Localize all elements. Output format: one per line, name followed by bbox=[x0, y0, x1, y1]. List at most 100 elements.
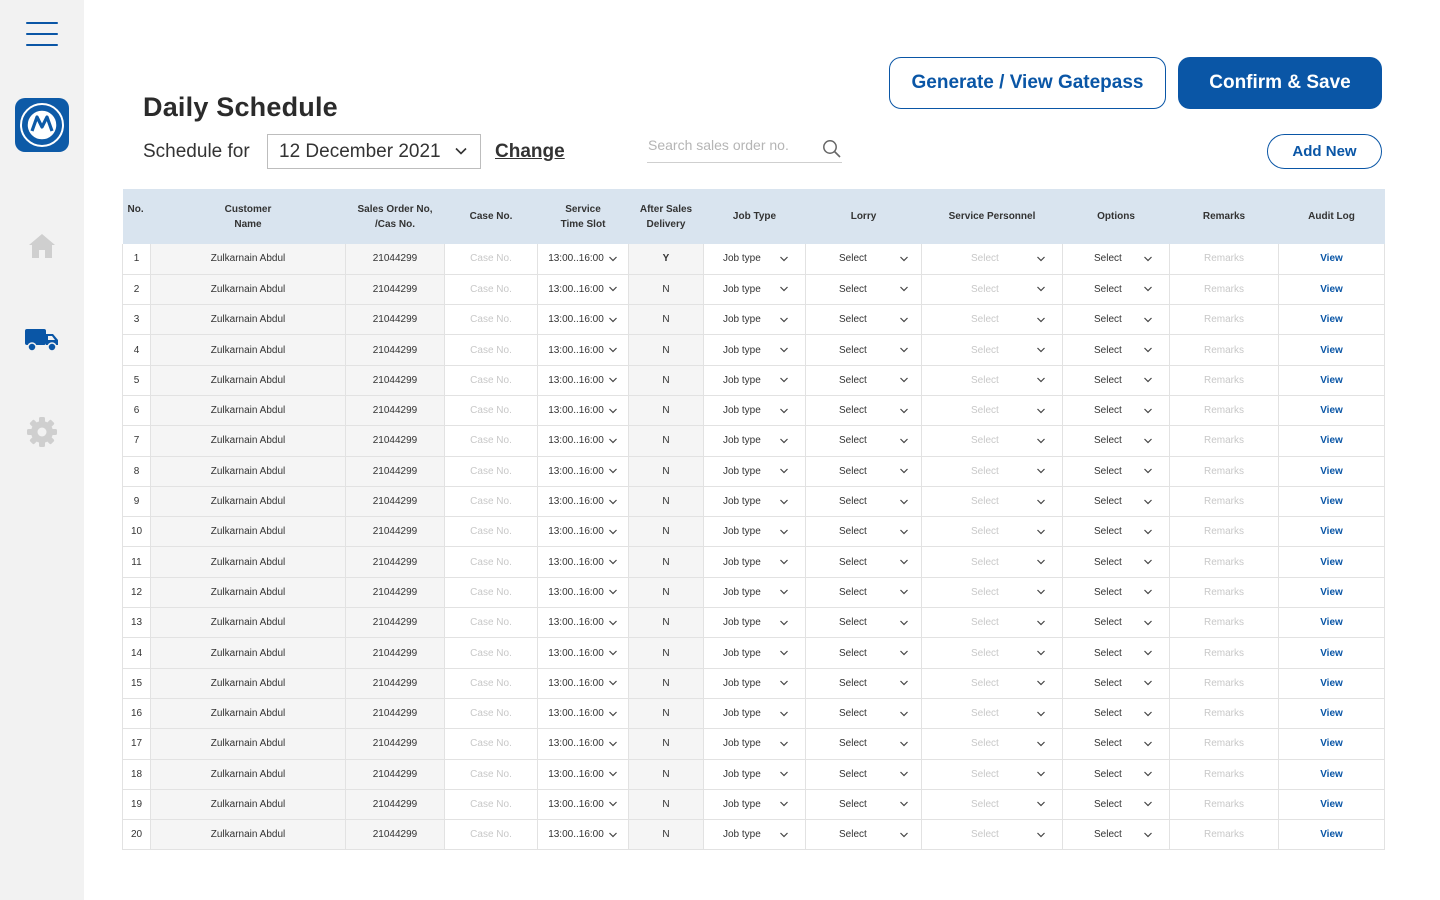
lorry-select[interactable]: Select bbox=[805, 334, 922, 366]
personnel-select[interactable]: Select bbox=[921, 637, 1063, 669]
view-audit-link[interactable]: View bbox=[1320, 617, 1343, 628]
remarks-field[interactable]: Remarks bbox=[1169, 425, 1279, 457]
view-audit-link[interactable]: View bbox=[1320, 405, 1343, 416]
time-slot-select[interactable]: 13:00..16:00 bbox=[537, 516, 629, 548]
remarks-field[interactable]: Remarks bbox=[1169, 607, 1279, 639]
view-audit-link[interactable]: View bbox=[1320, 799, 1343, 810]
case-no-field[interactable]: Case No. bbox=[444, 728, 538, 760]
lorry-select[interactable]: Select bbox=[805, 637, 922, 669]
remarks-field[interactable]: Remarks bbox=[1169, 668, 1279, 699]
remarks-field[interactable]: Remarks bbox=[1169, 789, 1279, 821]
time-slot-select[interactable]: 13:00..16:00 bbox=[537, 425, 629, 457]
time-slot-select[interactable]: 13:00..16:00 bbox=[537, 304, 629, 336]
personnel-select[interactable]: Select bbox=[921, 577, 1063, 609]
personnel-select[interactable]: Select bbox=[921, 395, 1063, 427]
remarks-field[interactable]: Remarks bbox=[1169, 274, 1279, 306]
lorry-select[interactable]: Select bbox=[805, 546, 922, 578]
lorry-select[interactable]: Select bbox=[805, 789, 922, 821]
nav-delivery[interactable] bbox=[24, 322, 60, 356]
view-audit-link[interactable]: View bbox=[1320, 496, 1343, 507]
view-audit-link[interactable]: View bbox=[1320, 435, 1343, 446]
job-type-select[interactable]: Job type bbox=[703, 516, 806, 548]
view-audit-link[interactable]: View bbox=[1320, 557, 1343, 568]
view-audit-link[interactable]: View bbox=[1320, 466, 1343, 477]
time-slot-select[interactable]: 13:00..16:00 bbox=[537, 668, 629, 699]
lorry-select[interactable]: Select bbox=[805, 698, 922, 730]
view-audit-link[interactable]: View bbox=[1320, 345, 1343, 356]
lorry-select[interactable]: Select bbox=[805, 577, 922, 609]
case-no-field[interactable]: Case No. bbox=[444, 759, 538, 790]
options-select[interactable]: Select bbox=[1062, 668, 1170, 699]
case-no-field[interactable]: Case No. bbox=[444, 819, 538, 851]
personnel-select[interactable]: Select bbox=[921, 365, 1063, 396]
case-no-field[interactable]: Case No. bbox=[444, 456, 538, 487]
case-no-field[interactable]: Case No. bbox=[444, 637, 538, 669]
options-select[interactable]: Select bbox=[1062, 607, 1170, 639]
view-audit-link[interactable]: View bbox=[1320, 678, 1343, 689]
change-date-link[interactable]: Change bbox=[495, 141, 565, 163]
job-type-select[interactable]: Job type bbox=[703, 607, 806, 639]
lorry-select[interactable]: Select bbox=[805, 395, 922, 427]
options-select[interactable]: Select bbox=[1062, 759, 1170, 790]
options-select[interactable]: Select bbox=[1062, 637, 1170, 669]
personnel-select[interactable]: Select bbox=[921, 456, 1063, 487]
lorry-select[interactable]: Select bbox=[805, 668, 922, 699]
view-audit-link[interactable]: View bbox=[1320, 375, 1343, 386]
lorry-select[interactable]: Select bbox=[805, 456, 922, 487]
remarks-field[interactable]: Remarks bbox=[1169, 365, 1279, 396]
remarks-field[interactable]: Remarks bbox=[1169, 698, 1279, 730]
job-type-select[interactable]: Job type bbox=[703, 789, 806, 821]
options-select[interactable]: Select bbox=[1062, 516, 1170, 548]
case-no-field[interactable]: Case No. bbox=[444, 577, 538, 609]
time-slot-select[interactable]: 13:00..16:00 bbox=[537, 789, 629, 821]
case-no-field[interactable]: Case No. bbox=[444, 304, 538, 336]
search-input[interactable] bbox=[648, 137, 816, 153]
search-icon[interactable] bbox=[822, 139, 842, 159]
nav-home[interactable] bbox=[24, 229, 60, 263]
job-type-select[interactable]: Job type bbox=[703, 637, 806, 669]
case-no-field[interactable]: Case No. bbox=[444, 668, 538, 699]
personnel-select[interactable]: Select bbox=[921, 516, 1063, 548]
time-slot-select[interactable]: 13:00..16:00 bbox=[537, 334, 629, 366]
time-slot-select[interactable]: 13:00..16:00 bbox=[537, 274, 629, 306]
personnel-select[interactable]: Select bbox=[921, 668, 1063, 699]
personnel-select[interactable]: Select bbox=[921, 759, 1063, 790]
lorry-select[interactable]: Select bbox=[805, 425, 922, 457]
nav-settings[interactable] bbox=[24, 415, 60, 449]
confirm-save-button[interactable]: Confirm & Save bbox=[1178, 57, 1382, 109]
job-type-select[interactable]: Job type bbox=[703, 456, 806, 487]
options-select[interactable]: Select bbox=[1062, 577, 1170, 609]
add-new-button[interactable]: Add New bbox=[1267, 134, 1382, 169]
case-no-field[interactable]: Case No. bbox=[444, 395, 538, 427]
lorry-select[interactable]: Select bbox=[805, 759, 922, 790]
personnel-select[interactable]: Select bbox=[921, 274, 1063, 306]
time-slot-select[interactable]: 13:00..16:00 bbox=[537, 607, 629, 639]
personnel-select[interactable]: Select bbox=[921, 334, 1063, 366]
time-slot-select[interactable]: 13:00..16:00 bbox=[537, 395, 629, 427]
time-slot-select[interactable]: 13:00..16:00 bbox=[537, 577, 629, 609]
time-slot-select[interactable]: 13:00..16:00 bbox=[537, 486, 629, 518]
options-select[interactable]: Select bbox=[1062, 365, 1170, 396]
job-type-select[interactable]: Job type bbox=[703, 395, 806, 427]
personnel-select[interactable]: Select bbox=[921, 789, 1063, 821]
remarks-field[interactable]: Remarks bbox=[1169, 304, 1279, 336]
time-slot-select[interactable]: 13:00..16:00 bbox=[537, 365, 629, 396]
view-audit-link[interactable]: View bbox=[1320, 738, 1343, 749]
job-type-select[interactable]: Job type bbox=[703, 425, 806, 457]
case-no-field[interactable]: Case No. bbox=[444, 789, 538, 821]
personnel-select[interactable]: Select bbox=[921, 819, 1063, 851]
remarks-field[interactable]: Remarks bbox=[1169, 456, 1279, 487]
job-type-select[interactable]: Job type bbox=[703, 668, 806, 699]
view-audit-link[interactable]: View bbox=[1320, 829, 1343, 840]
personnel-select[interactable]: Select bbox=[921, 425, 1063, 457]
menu-icon[interactable] bbox=[26, 22, 58, 46]
time-slot-select[interactable]: 13:00..16:00 bbox=[537, 637, 629, 669]
job-type-select[interactable]: Job type bbox=[703, 728, 806, 760]
job-type-select[interactable]: Job type bbox=[703, 819, 806, 851]
case-no-field[interactable]: Case No. bbox=[444, 607, 538, 639]
options-select[interactable]: Select bbox=[1062, 819, 1170, 851]
lorry-select[interactable]: Select bbox=[805, 728, 922, 760]
time-slot-select[interactable]: 13:00..16:00 bbox=[537, 728, 629, 760]
view-audit-link[interactable]: View bbox=[1320, 587, 1343, 598]
personnel-select[interactable]: Select bbox=[921, 304, 1063, 336]
